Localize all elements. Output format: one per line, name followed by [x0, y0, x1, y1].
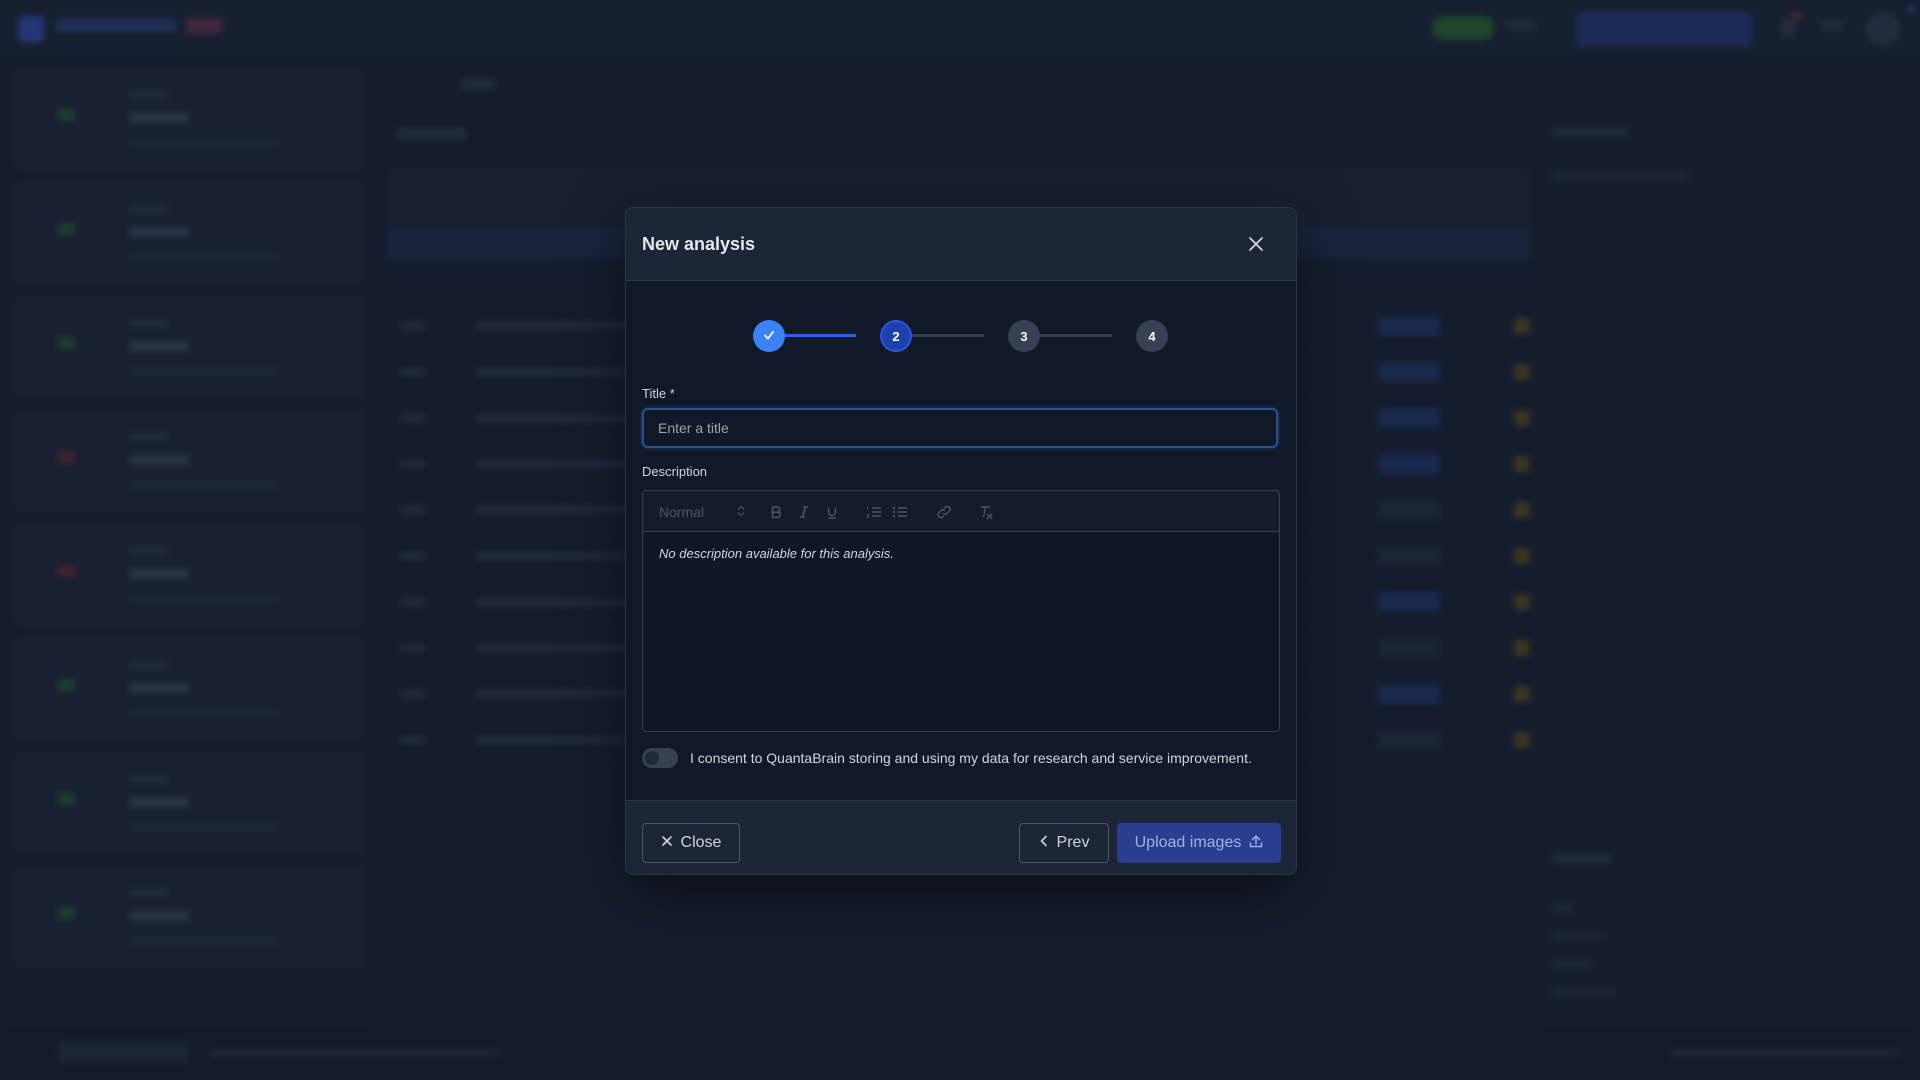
italic-icon[interactable]	[793, 501, 815, 523]
step-1	[753, 320, 785, 352]
upload-images-button[interactable]: Upload images	[1117, 823, 1281, 863]
format-select[interactable]: Normal	[659, 503, 745, 521]
check-icon	[762, 328, 776, 345]
bullet-list-icon[interactable]	[889, 501, 911, 523]
consent-text: I consent to QuantaBrain storing and usi…	[690, 750, 1252, 766]
step-2: 2	[880, 320, 912, 352]
description-label: Description	[642, 464, 708, 479]
title-label: Title *	[642, 386, 675, 401]
consent-toggle[interactable]	[642, 748, 678, 768]
editor-toolbar: Normal	[642, 490, 1280, 532]
close-icon[interactable]	[1242, 230, 1270, 258]
modal-header: New analysis	[626, 208, 1296, 281]
stepper: 2 3 4	[626, 280, 1296, 380]
prev-button[interactable]: Prev	[1019, 823, 1109, 863]
clear-format-icon[interactable]	[975, 501, 997, 523]
sort-arrows-icon	[737, 504, 745, 520]
step-4: 4	[1136, 320, 1168, 352]
format-select-value: Normal	[659, 504, 705, 520]
modal-title: New analysis	[642, 234, 756, 254]
new-analysis-modal: New analysis 2 3 4 Title * Description N…	[625, 207, 1297, 875]
toggle-knob	[645, 751, 659, 765]
step-3: 3	[1008, 320, 1040, 352]
description-editor[interactable]: No description available for this analys…	[642, 532, 1280, 732]
bold-icon[interactable]	[765, 501, 787, 523]
close-button-label: Close	[680, 834, 722, 851]
upload-icon	[1249, 834, 1263, 853]
modal-footer: Close Prev Upload images	[626, 800, 1296, 874]
upload-button-label: Upload images	[1134, 834, 1242, 851]
link-icon[interactable]	[933, 501, 955, 523]
chevron-left-icon	[1039, 834, 1049, 852]
ordered-list-icon[interactable]	[863, 501, 885, 523]
close-button[interactable]: Close	[642, 823, 740, 863]
description-text: No description available for this analys…	[659, 546, 894, 561]
underline-icon[interactable]	[821, 501, 843, 523]
prev-button-label: Prev	[1056, 834, 1090, 851]
close-icon	[661, 834, 673, 852]
title-input[interactable]	[642, 408, 1278, 448]
